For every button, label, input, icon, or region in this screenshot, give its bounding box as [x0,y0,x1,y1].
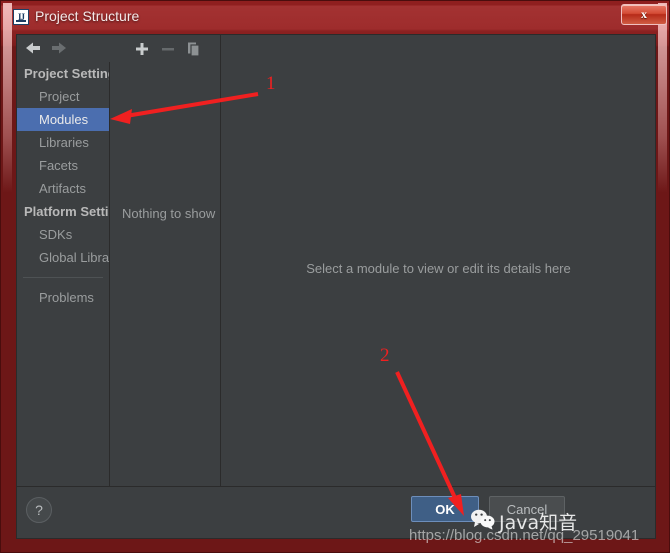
module-detail-panel: Select a module to view or edit its deta… [222,35,655,519]
sidebar-group-platform-settings: Platform Settin [24,204,110,219]
sidebar-item-libraries[interactable]: Libraries [17,131,109,154]
help-icon[interactable]: ? [26,497,52,523]
help-icon-glyph: ? [35,502,43,518]
project-structure-window: IJ Project Structure x Project Setting P… [0,0,670,553]
modules-empty-text: Nothing to show [122,206,216,221]
sidebar-divider [23,277,103,278]
close-icon[interactable]: x [621,4,667,25]
sidebar-item-modules[interactable]: Modules [17,108,109,131]
sidebar-item-project[interactable]: Project [17,85,109,108]
plus-icon[interactable] [133,40,151,58]
window-title: Project Structure [35,8,140,24]
close-icon-glyph: x [641,7,647,21]
intellij-idea-icon: IJ [13,9,29,25]
copy-icon[interactable] [185,40,203,58]
dialog-button-bar: ? OK Cancel [17,486,655,538]
sidebar-item-facets[interactable]: Facets [17,154,109,177]
minus-icon [159,40,177,58]
navigation-toolbar [17,35,110,62]
sidebar-item-sdks[interactable]: SDKs [17,223,109,246]
sidebar-item-global-libraries[interactable]: Global Librar [17,246,109,269]
forward-arrow-icon[interactable] [49,39,69,57]
settings-sidebar[interactable]: Project Setting Project Modules Librarie… [17,62,110,519]
sidebar-group-project-settings: Project Setting [24,66,110,81]
title-bar[interactable]: IJ Project Structure x [1,1,669,32]
cancel-button[interactable]: Cancel [489,496,565,522]
sidebar-item-problems[interactable]: Problems [17,286,109,309]
sidebar-item-artifacts[interactable]: Artifacts [17,177,109,200]
modules-list-panel: Nothing to show [111,35,221,519]
dialog-body: Project Setting Project Modules Librarie… [16,34,656,539]
modules-toolbar [111,35,221,62]
back-arrow-icon[interactable] [23,39,43,57]
ok-button[interactable]: OK [411,496,479,522]
module-detail-hint: Select a module to view or edit its deta… [306,261,571,276]
